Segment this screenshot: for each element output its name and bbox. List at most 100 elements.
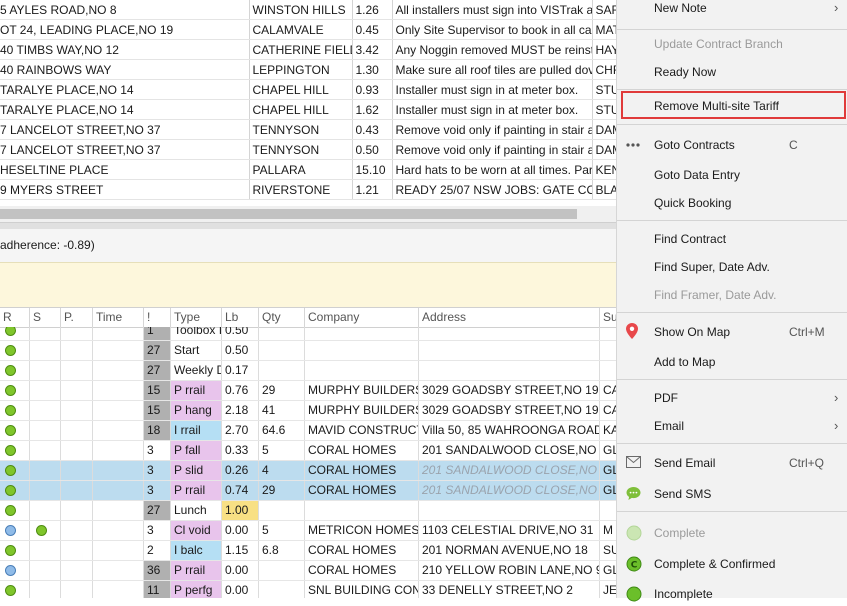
menu-send-sms[interactable]: Send SMS [617, 482, 847, 506]
address-cell: 40 TIMBS WAY,NO 12 [0, 39, 250, 60]
context-menu: New Note › Update Contract Branch Ready … [616, 0, 847, 602]
col-header-p[interactable]: P. [61, 308, 93, 327]
code-cell: DAM [592, 139, 616, 160]
empty-cell [61, 421, 93, 440]
su-cell: JE [600, 581, 616, 598]
note-cell: Installer must sign in at meter box. [392, 99, 593, 120]
menu-label: Find Super, Date Adv. [654, 260, 770, 274]
table-row[interactable]: 15 P hang 2.18 41 MURPHY BUILDERS (3029 GOAD… [0, 401, 616, 421]
status-dot-icon[interactable] [5, 385, 16, 396]
table-row[interactable]: 27 Weekly D 0.17 [0, 361, 616, 381]
qty-cell: 5 [259, 521, 305, 540]
table-row[interactable]: 3P rrail 0.74 29 CORAL HOMES 201 SANDALWOOD … [0, 481, 616, 501]
table-row[interactable]: 36 P rrail 0.00 CORAL HOMES 210 YELLOW ROBIN… [0, 561, 616, 581]
submenu-arrow-icon: › [834, 418, 839, 433]
status-dot-icon[interactable] [36, 525, 47, 536]
empty-cell [93, 341, 144, 360]
status-dot-icon[interactable] [5, 585, 16, 596]
status-dot-icon[interactable] [5, 365, 16, 376]
col-header-bang[interactable]: ! [144, 308, 171, 327]
col-header-type[interactable]: Type [171, 308, 222, 327]
menu-label: Complete & Confirmed [654, 557, 776, 571]
value-cell: 0.93 [352, 79, 393, 100]
job-list-table: 5 AYLES ROAD,NO 8 WINSTON HILLS 1.26 All in… [0, 0, 616, 205]
type-cell: Weekly D [171, 361, 222, 380]
table-row[interactable]: TARALYE PLACE,NO 14 CHAPEL HILL 1.62 Instal… [0, 99, 616, 120]
company-cell: MAVID CONSTRUCTI [305, 421, 419, 440]
menu-find-super[interactable]: Find Super, Date Adv. [617, 255, 847, 279]
status-dot-icon[interactable] [5, 545, 16, 556]
splitter[interactable] [0, 222, 616, 229]
menu-complete-confirmed[interactable]: C Complete & Confirmed [617, 552, 847, 576]
menu-label: Complete [654, 526, 706, 540]
menu-update-contract-branch[interactable]: Update Contract Branch [617, 32, 847, 56]
num-cell: 27 [144, 361, 171, 380]
menu-ready-now[interactable]: Ready Now [617, 60, 847, 84]
menu-pdf[interactable]: PDF › [617, 386, 847, 410]
status-dot-icon[interactable] [5, 425, 16, 436]
value-cell: 15.10 [352, 159, 393, 180]
status-dot-icon[interactable] [5, 345, 16, 356]
menu-goto-contracts[interactable]: Goto Contracts C [617, 133, 847, 157]
col-header-qty[interactable]: Qty [259, 308, 305, 327]
su-cell [600, 361, 616, 380]
status-dot-icon[interactable] [5, 565, 16, 576]
status-dot-icon[interactable] [5, 465, 16, 476]
qty-cell: 6.8 [259, 541, 305, 560]
company-cell: METRICON HOMES F [305, 521, 419, 540]
table-row[interactable]: 9 MYERS STREET RIVERSTONE 1.21 READY 25/07 … [0, 179, 616, 200]
empty-cell [61, 561, 93, 580]
status-dot-icon[interactable] [5, 485, 16, 496]
menu-email[interactable]: Email › [617, 414, 847, 438]
menu-find-contract[interactable]: Find Contract [617, 227, 847, 251]
empty-cell [93, 481, 144, 500]
code-cell: CHR [592, 59, 616, 80]
menu-send-email[interactable]: Send Email Ctrl+Q [617, 451, 847, 475]
menu-remove-multisite-tariff[interactable]: Remove Multi-site Tariff [617, 94, 847, 118]
table-row[interactable]: 1 Toolbox I 0.50 [0, 327, 616, 341]
col-header-lb[interactable]: Lb [222, 308, 259, 327]
table-row[interactable]: 18 I rrail 2.70 64.6 MAVID CONSTRUCTI Villa 5… [0, 421, 616, 441]
menu-goto-data-entry[interactable]: Goto Data Entry [617, 163, 847, 187]
menu-show-on-map[interactable]: Show On Map Ctrl+M [617, 320, 847, 344]
table-row[interactable]: 11 P perfg 0.00 SNL BUILDING CONS 33 DENELLY… [0, 581, 616, 598]
status-dot-icon[interactable] [5, 445, 16, 456]
horizontal-scrollbar[interactable] [0, 206, 616, 222]
status-dot-icon[interactable] [5, 505, 16, 516]
status-dot-icon[interactable] [5, 405, 16, 416]
address-cell: 201 SANDALWOOD CLOSE,NO 4 [419, 461, 600, 480]
table-row[interactable]: 40 RAINBOWS WAY LEPPINGTON 1.30 Make sure a… [0, 59, 616, 80]
company-cell [305, 327, 419, 340]
table-row[interactable]: HESELTINE PLACE PALLARA 15.10 Hard hats to … [0, 159, 616, 180]
col-header-company[interactable]: Company [305, 308, 419, 327]
status-dot-icon[interactable] [5, 525, 16, 536]
table-row[interactable]: 2I balc 1.15 6.8 CORAL HOMES 201 NORMAN AVEN… [0, 541, 616, 561]
table-row[interactable]: 40 TIMBS WAY,NO 12 CATHERINE FIELD 3.42 Any… [0, 39, 616, 60]
col-header-time[interactable]: Time [93, 308, 144, 327]
table-row[interactable]: TARALYE PLACE,NO 14 CHAPEL HILL 0.93 Instal… [0, 79, 616, 100]
table-row[interactable]: 7 LANCELOT STREET,NO 37 TENNYSON 0.43 Remov… [0, 119, 616, 140]
menu-new-note[interactable]: New Note › [617, 0, 847, 20]
type-cell: P rrail [171, 381, 222, 400]
table-row[interactable]: OT 24, LEADING PLACE,NO 19 CALAMVALE 0.45 O… [0, 19, 616, 40]
table-row[interactable]: 5 AYLES ROAD,NO 8 WINSTON HILLS 1.26 All in… [0, 0, 616, 20]
menu-incomplete[interactable]: Incomplete [617, 582, 847, 606]
table-row[interactable]: 3P slid 0.26 4 CORAL HOMES 201 SANDALWOOD CL… [0, 461, 616, 481]
menu-complete[interactable]: Complete [617, 521, 847, 545]
menu-add-to-map[interactable]: Add to Map [617, 350, 847, 374]
num-cell: 27 [144, 501, 171, 520]
empty-cell [30, 361, 61, 380]
col-header-address[interactable]: Address [419, 308, 600, 327]
table-row[interactable]: 7 LANCELOT STREET,NO 37 TENNYSON 0.50 Remov… [0, 139, 616, 160]
col-header-s[interactable]: S [30, 308, 61, 327]
address-cell: 3029 GOADSBY STREET,NO 19 [419, 401, 600, 420]
table-row[interactable]: 27 Lunch 1.00 [0, 501, 616, 521]
scrollbar-thumb[interactable] [0, 209, 577, 219]
col-header-r[interactable]: R [0, 308, 30, 327]
menu-find-framer[interactable]: Find Framer, Date Adv. [617, 283, 847, 307]
table-row[interactable]: 27 Start 0.50 [0, 341, 616, 361]
table-row[interactable]: 15 P rrail 0.76 29 MURPHY BUILDERS (3029 GOA… [0, 381, 616, 401]
menu-quick-booking[interactable]: Quick Booking [617, 191, 847, 215]
table-row[interactable]: 3P fall 0.33 5 CORAL HOMES 201 SANDALWOOD CL… [0, 441, 616, 461]
table-row[interactable]: 3 Cl void 0.00 5 METRICON HOMES F 1103 CELEST… [0, 521, 616, 541]
